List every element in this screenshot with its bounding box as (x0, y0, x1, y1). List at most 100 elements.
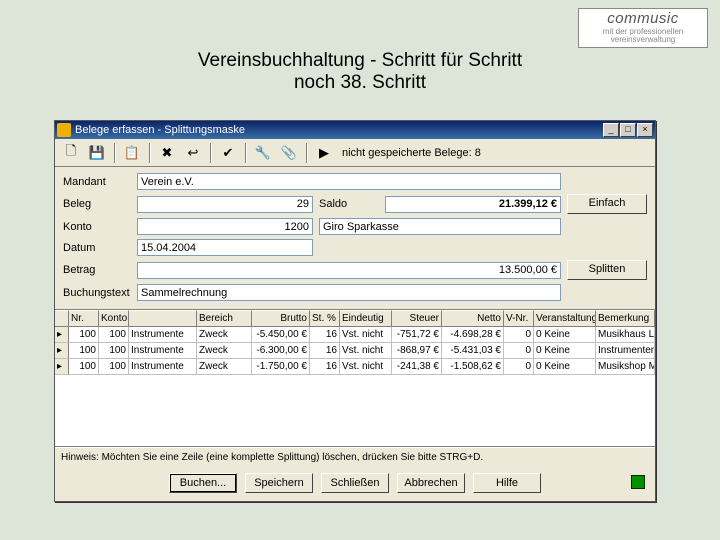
cell-bereich[interactable]: Zweck (197, 327, 252, 343)
row-marker[interactable]: ▸ (55, 327, 69, 343)
delete-icon[interactable]: ✖ (155, 142, 179, 164)
new-icon[interactable]: 🗋 (59, 142, 83, 164)
cell-nr[interactable]: 100 (69, 327, 99, 343)
cell-steuer[interactable]: -751,72 € (392, 327, 442, 343)
page-title: Vereinsbuchhaltung - Schritt für Schritt… (0, 50, 720, 94)
grid-empty-area[interactable] (55, 375, 655, 447)
close-button[interactable]: × (637, 123, 653, 137)
beleg-field[interactable]: 29 (137, 196, 313, 213)
buchen-button[interactable]: Buchen... (169, 473, 237, 493)
undo-icon[interactable]: ↩ (181, 142, 205, 164)
table-row[interactable]: ▸100100InstrumenteZweck-1.750,00 €16Vst.… (55, 359, 655, 375)
form-area: Mandant Verein e.V. Beleg 29 Saldo 21.39… (55, 167, 655, 305)
cell-k1[interactable]: 100 (99, 359, 129, 375)
col-konto[interactable]: Konto (99, 310, 129, 327)
cell-k2[interactable]: Instrumente (129, 359, 197, 375)
cell-steuer[interactable]: -868,97 € (392, 343, 442, 359)
col-brutto[interactable]: Brutto (252, 310, 310, 327)
title-line1: Vereinsbuchhaltung - Schritt für Schritt (0, 50, 720, 72)
button-bar: Buchen... Speichern Schließen Abbrechen … (55, 467, 655, 501)
attach-icon[interactable]: 📎 (277, 142, 301, 164)
cell-netto[interactable]: -5.431,03 € (442, 343, 504, 359)
betrag-label: Betrag (63, 264, 131, 276)
cell-bereich[interactable]: Zweck (197, 359, 252, 375)
cell-vnr[interactable]: 0 (504, 359, 534, 375)
cell-bemerk[interactable]: Musikshop Müller (596, 359, 655, 375)
beleg-label: Beleg (63, 198, 131, 210)
btext-field[interactable]: Sammelrechnung (137, 284, 561, 301)
speichern-button[interactable]: Speichern (245, 473, 313, 493)
brand-name: commusic (583, 11, 703, 28)
cell-bereich[interactable]: Zweck (197, 343, 252, 359)
maximize-button[interactable]: □ (620, 123, 636, 137)
col-netto[interactable]: Netto (442, 310, 504, 327)
abbrechen-button[interactable]: Abbrechen (397, 473, 465, 493)
row-marker[interactable]: ▸ (55, 343, 69, 359)
col-bemerk[interactable]: Bemerkung (596, 310, 655, 327)
cell-k2[interactable]: Instrumente (129, 343, 197, 359)
col-steuer[interactable]: Steuer (392, 310, 442, 327)
row-marker[interactable]: ▸ (55, 359, 69, 375)
cell-k1[interactable]: 100 (99, 343, 129, 359)
title-line2: noch 38. Schritt (0, 72, 720, 94)
col-konto2[interactable] (129, 310, 197, 327)
col-veranst[interactable]: Veranstaltung (534, 310, 596, 327)
cell-vnr[interactable]: 0 (504, 327, 534, 343)
col-eind[interactable]: Eindeutig (340, 310, 392, 327)
cell-vnr[interactable]: 0 (504, 343, 534, 359)
window-icon (57, 123, 71, 137)
run-icon[interactable]: ▶ (312, 142, 336, 164)
cell-k1[interactable]: 100 (99, 327, 129, 343)
cell-steuer[interactable]: -241,38 € (392, 359, 442, 375)
confirm-icon[interactable]: ✔ (216, 142, 240, 164)
col-stpct[interactable]: St. % (310, 310, 340, 327)
konto-text: Giro Sparkasse (319, 218, 561, 235)
betrag-field[interactable]: 13.500,00 € (137, 262, 561, 279)
cell-brutto[interactable]: -6.300,00 € (252, 343, 310, 359)
cell-bemerk[interactable]: Instrumentenbauer (596, 343, 655, 359)
cell-veranst[interactable]: 0 Keine (534, 359, 596, 375)
unsaved-info: nicht gespeicherte Belege: 8 (342, 147, 481, 159)
hilfe-button[interactable]: Hilfe (473, 473, 541, 493)
titlebar[interactable]: Belege erfassen - Splittungsmaske _ □ × (55, 121, 655, 139)
cell-bemerk[interactable]: Musikhaus Lüge (596, 327, 655, 343)
saldo-field: 21.399,12 € (385, 196, 561, 213)
cell-k2[interactable]: Instrumente (129, 327, 197, 343)
cell-veranst[interactable]: 0 Keine (534, 327, 596, 343)
table-row[interactable]: ▸100100InstrumenteZweck-6.300,00 €16Vst.… (55, 343, 655, 359)
konto-field[interactable]: 1200 (137, 218, 313, 235)
col-bereich[interactable]: Bereich (197, 310, 252, 327)
btext-label: Buchungstext (63, 287, 131, 299)
cell-brutto[interactable]: -1.750,00 € (252, 359, 310, 375)
cell-netto[interactable]: -1.508,62 € (442, 359, 504, 375)
mandant-field[interactable]: Verein e.V. (137, 173, 561, 190)
minimize-button[interactable]: _ (603, 123, 619, 137)
cell-eind[interactable]: Vst. nicht (340, 343, 392, 359)
separator (210, 143, 211, 163)
col-vnr[interactable]: V-Nr. (504, 310, 534, 327)
window-title: Belege erfassen - Splittungsmaske (75, 124, 603, 136)
datum-field[interactable]: 15.04.2004 (137, 239, 313, 256)
cell-nr[interactable]: 100 (69, 343, 99, 359)
splitten-button[interactable]: Splitten (567, 260, 647, 280)
cell-eind[interactable]: Vst. nicht (340, 359, 392, 375)
paste-icon[interactable]: 📋 (120, 142, 144, 164)
cell-brutto[interactable]: -5.450,00 € (252, 327, 310, 343)
cell-nr[interactable]: 100 (69, 359, 99, 375)
col-nr[interactable]: Nr. (69, 310, 99, 327)
cell-veranst[interactable]: 0 Keine (534, 343, 596, 359)
separator (306, 143, 307, 163)
cell-stpct[interactable]: 16 (310, 343, 340, 359)
settings-icon[interactable]: 🔧 (251, 142, 275, 164)
cell-eind[interactable]: Vst. nicht (340, 327, 392, 343)
table-row[interactable]: ▸100100InstrumenteZweck-5.450,00 €16Vst.… (55, 327, 655, 343)
cell-netto[interactable]: -4.698,28 € (442, 327, 504, 343)
schliessen-button[interactable]: Schließen (321, 473, 389, 493)
cell-stpct[interactable]: 16 (310, 327, 340, 343)
save-icon[interactable]: 💾 (85, 142, 109, 164)
einfach-button[interactable]: Einfach (567, 194, 647, 214)
split-grid[interactable]: Nr. Konto Bereich Brutto St. % Eindeutig… (55, 309, 655, 447)
cell-stpct[interactable]: 16 (310, 359, 340, 375)
hint-text: Hinweis: Möchten Sie eine Zeile (eine ko… (55, 447, 655, 467)
separator (149, 143, 150, 163)
